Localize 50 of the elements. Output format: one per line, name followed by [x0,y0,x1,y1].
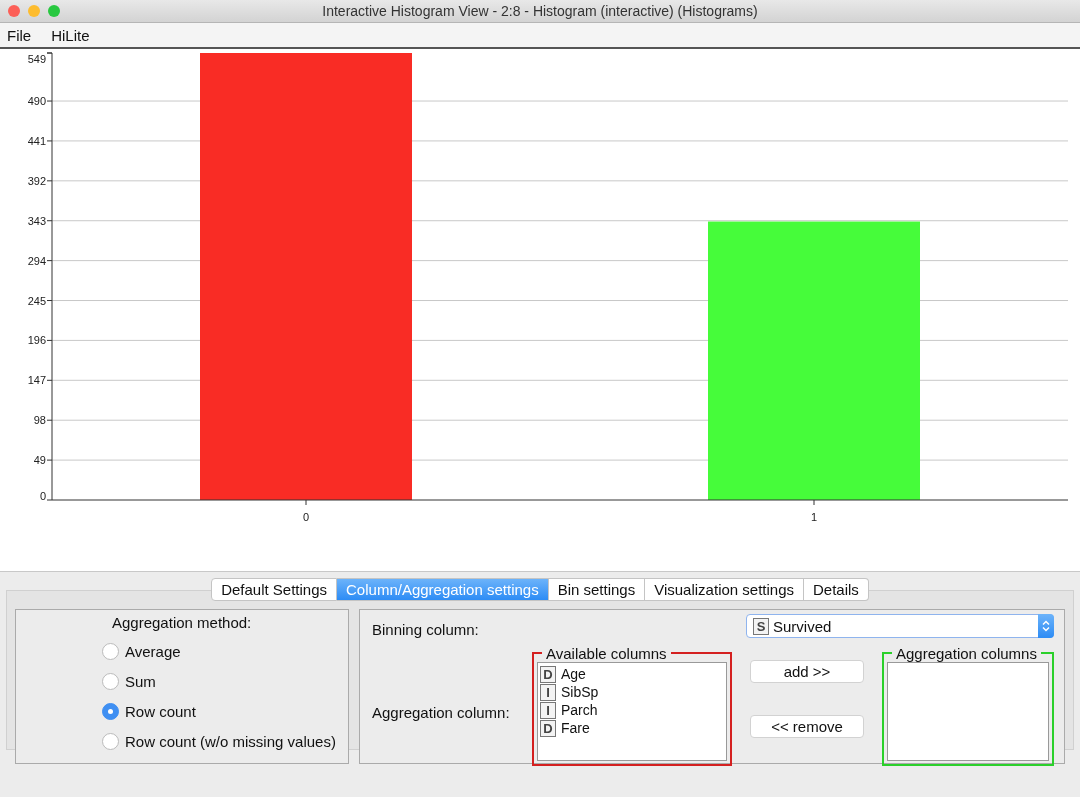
settings-tab[interactable]: Visualization settings [645,578,804,601]
radio-button[interactable] [102,702,119,720]
y-tick-label: 245 [27,294,46,307]
settings-tab[interactable]: Bin settings [548,578,646,601]
zoom-button[interactable] [48,5,60,17]
window-title: Interactive Histogram View - 2:8 - Histogram (interactive) (Histograms) [321,3,759,19]
column-item[interactable]: D Fare [540,719,724,737]
radio-label: Average [125,642,181,660]
binning-column-select[interactable]: S Survived [746,614,1054,638]
radio-button[interactable] [102,672,119,690]
menu-item[interactable]: HiLite [51,26,90,44]
menu-item[interactable]: File [7,26,32,44]
radio-label: Sum [125,672,156,690]
y-tick-label: 49 [33,454,46,467]
type-badge: S [753,617,769,635]
radio-button[interactable] [102,642,119,660]
column-item[interactable]: I Parch [540,701,724,719]
move-button[interactable]: add >> [750,660,864,683]
y-tick-label: 196 [27,334,46,347]
group-title: Available columns [545,644,668,662]
stepper-icon [1038,614,1054,638]
y-tick-label: 549 [27,53,46,65]
radio-button[interactable] [102,732,119,750]
type-badge: I [540,683,556,701]
type-badge: D [540,719,556,737]
y-tick-label: 490 [27,95,46,108]
type-badge: D [540,665,556,683]
radio-label: Row count (w/o missing values) [125,732,336,750]
field-label: Binning column: [372,620,480,638]
y-tick-label: 0 [39,490,46,502]
y-tick-label: 343 [27,214,46,227]
minimize-button[interactable] [28,5,40,17]
column-item[interactable]: D Age [540,665,724,683]
y-tick-label: 392 [27,174,46,187]
settings-tab[interactable]: Details [804,578,869,601]
y-tick-label: 294 [27,254,46,267]
x-tick-label: 0 [302,511,310,523]
y-tick-label: 98 [33,414,46,427]
y-tick-label: 147 [27,374,46,387]
field-label: Aggregation column: [372,703,511,721]
move-button[interactable]: << remove [750,715,864,738]
radio-label: Row count [125,702,196,720]
column-item[interactable]: I SibSp [540,683,724,701]
y-tick-label: 441 [27,134,46,147]
x-tick-label: 1 [810,511,818,523]
settings-tab[interactable]: Default Settings [211,578,338,601]
close-button[interactable] [8,5,20,17]
panel-title: Aggregation method: [112,614,252,631]
group-title: Aggregation columns [895,644,1038,662]
type-badge: I [540,701,556,719]
